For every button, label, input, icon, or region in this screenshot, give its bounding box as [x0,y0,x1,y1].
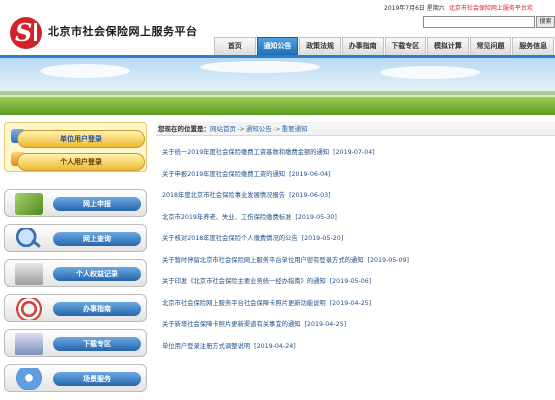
news-item[interactable]: 关于统一2019年度社会保险缴费工资基数和缴费金额的通知 [2019-07-04] [162,148,555,170]
news-item[interactable]: 2018年度北京市社会保险事业发展情况报告 [2019-06-03] [162,191,555,213]
news-date: [2019-05-30] [295,213,337,221]
news-date: [2019-07-04] [333,149,375,156]
news-item[interactable]: 关于暂时停留北京市社会保险网上服务平台单位用户密有登录方式的通知 [2019-05… [162,256,555,278]
news-item[interactable]: 北京市2019年养老、失业、工伤保险缴费标准 [2019-05-30] [162,213,555,235]
news-title[interactable]: 关于新增社会保障卡照片更新渠道有关事宜的通知 [162,321,301,328]
sidebar-item-downloads[interactable]: 下载专区 [4,329,147,357]
breadcrumb-separator: -> [237,125,245,133]
news-item[interactable]: 单位用户登录注册方式调整说明 [2019-04-24] [162,342,555,364]
cloud [200,61,320,73]
login-panel: 单位用户登录 个人用户登录 [4,122,147,172]
news-date: [2019-04-25] [304,321,347,328]
news-title[interactable]: 关于暂时停留北京市社会保险网上服务平台单位用户密有登录方式的通知 [162,257,364,264]
logo-bar [34,23,37,41]
personal-login-button[interactable]: 个人用户登录 [17,153,145,171]
news-title[interactable]: 2018年度北京市社会保险事业发展情况报告 [162,192,285,199]
breadcrumb-current: 重要通知 [281,125,308,133]
report-icon [15,193,43,215]
service-icon [15,368,43,390]
sidebar-item-rights-record[interactable]: 个人权益记录 [4,259,147,287]
breadcrumb-separator: -> [272,125,281,133]
sidebar-item-label: 网上申报 [53,197,141,211]
news-item[interactable]: 关于核对2018年度社会保险个人缴费情况的公告 [2019-05-20] [162,234,555,256]
sidebar-item-label: 下载专区 [53,337,141,351]
news-title[interactable]: 关于核对2018年度社会保险个人缴费情况的公告 [162,235,298,242]
sidebar-item-label: 办事指南 [53,302,141,316]
sidebar: 单位用户登录 个人用户登录 网上申报 网上查询 个人权益记录 办事指南 下载专区… [0,118,150,400]
sidebar-item-online-declaration[interactable]: 网上申报 [4,189,147,217]
nav-notices[interactable]: 通知公告 [256,37,299,55]
news-date: [2019-05-20] [301,235,344,242]
news-date: [2019-06-04] [289,170,331,178]
sidebar-item-label: 个人权益记录 [53,267,141,281]
news-title[interactable]: 单位用户登录注册方式调整说明 [162,343,250,350]
sidebar-item-label: 网上查询 [53,232,141,246]
banner-image [0,58,555,115]
nav-home[interactable]: 首页 [214,37,256,55]
grass-field [0,97,555,115]
main-content: 您现在的位置是：网站首页->通知公告->重要通知 关于统一2019年度社会保险缴… [156,120,555,400]
search-magnifier-icon [15,228,43,250]
news-title[interactable]: 北京市社会保险网上服务平台社会保障卡照片更新功能说明 [162,300,326,307]
sidebar-item-service-guide[interactable]: 办事指南 [4,294,147,322]
news-date: [2019-06-03] [289,192,331,199]
breadcrumb-home[interactable]: 网站首页 [210,125,236,133]
logo-letter: S [15,18,33,47]
nav-downloads[interactable]: 下载专区 [384,37,427,55]
news-title[interactable]: 关于统一2019年度社会保险缴费工资基数和缴费金额的通知 [162,149,329,156]
download-icon [15,333,43,355]
news-item[interactable]: 关于新增社会保障卡照片更新渠道有关事宜的通知 [2019-04-25] [162,320,555,342]
unit-login-button[interactable]: 单位用户登录 [17,130,145,148]
search-button[interactable]: 搜索 [536,16,555,28]
breadcrumb: 您现在的位置是：网站首页->通知公告->重要通知 [156,122,555,136]
news-list: 关于统一2019年度社会保险缴费工资基数和缴费金额的通知 [2019-07-04]… [162,148,555,363]
sidebar-item-label: 场景服务 [53,372,141,386]
nav-guide[interactable]: 办事指南 [341,37,384,55]
guide-icon [15,298,43,320]
cloud [40,64,130,78]
sidebar-item-online-query[interactable]: 网上查询 [4,224,147,252]
site-title[interactable]: 北京市社会保险网上服务平台 [48,23,198,39]
nav-policies[interactable]: 政策法规 [299,37,341,55]
news-date: [2019-05-06] [329,278,372,285]
nav-calculator[interactable]: 模拟计算 [427,37,469,55]
news-title[interactable]: 关于印发《北京市社会保险主要业务统一经办指南》的通知 [162,278,326,285]
breadcrumb-section[interactable]: 通知公告 [246,125,272,133]
news-item[interactable]: 关于印发《北京市社会保险主要业务统一经办指南》的通知 [2019-05-06] [162,277,555,299]
news-title[interactable]: 北京市2019年养老、失业、工伤保险缴费标准 [162,214,291,221]
news-item[interactable]: 北京市社会保险网上服务平台社会保障卡照片更新功能说明 [2019-04-25] [162,299,555,321]
nav-service-info[interactable]: 服务信息 [512,37,554,55]
news-title[interactable]: 关于申报2019年度社会保险缴费工资的通知 [162,171,285,178]
current-date: 2019年7月6日 星期六 [384,5,445,12]
rights-record-icon [15,263,43,285]
si-logo-icon[interactable]: S [10,17,42,49]
news-date: [2019-05-09] [367,256,410,264]
nav-faq[interactable]: 常见问题 [469,37,512,55]
scrolling-notice[interactable]: 北京市社会保险网上服务平台欢 [449,5,533,12]
cloud [380,66,480,79]
news-date: [2019-04-25] [329,299,372,307]
main-nav: 首页 通知公告 政策法规 办事指南 下载专区 模拟计算 常见问题 服务信息 [214,37,555,55]
search-input[interactable] [423,16,535,28]
sidebar-item-scene-service[interactable]: 场景服务 [4,364,147,392]
treeline [0,91,555,95]
news-item[interactable]: 关于申报2019年度社会保险缴费工资的通知 [2019-06-04] [162,170,555,192]
date-line: 2019年7月6日 星期六 北京市社会保险网上服务平台欢 [384,3,533,12]
news-date: [2019-04-24] [254,342,296,350]
breadcrumb-label: 您现在的位置是： [158,125,210,133]
